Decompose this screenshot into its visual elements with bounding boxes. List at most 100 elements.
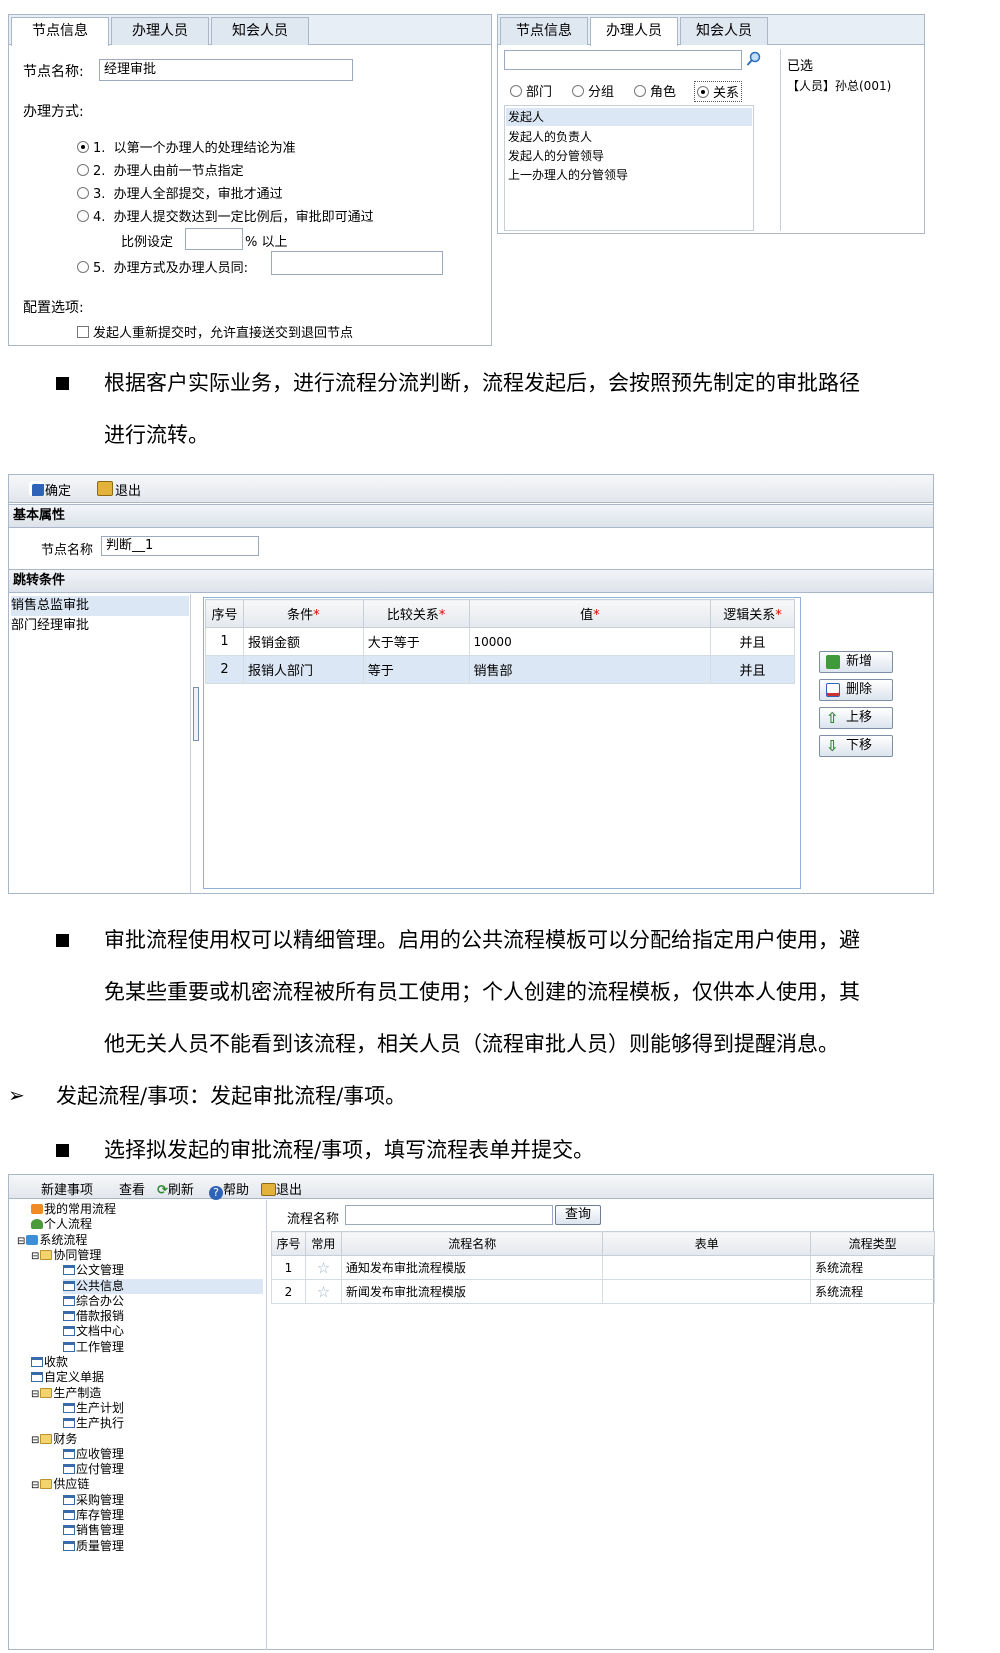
move-up-label: 上移 (846, 710, 873, 725)
col-form[interactable]: 表单 (602, 1231, 812, 1256)
tree-item[interactable]: 个人流程 (31, 1217, 92, 1232)
help-icon: ? (209, 1186, 223, 1200)
tree-item[interactable]: 我的常用流程 (31, 1202, 116, 1217)
cell-fav[interactable]: ☆ (304, 1255, 342, 1280)
radio-group[interactable]: 分组 (572, 81, 614, 100)
node-name-input[interactable]: 经理审批 (99, 59, 353, 81)
tree-item[interactable]: ⊟ 协同管理 (31, 1248, 101, 1263)
tree-item[interactable]: ⊟ 供应链 (31, 1477, 89, 1492)
collapse-toggle-icon[interactable]: ⊟ (31, 1435, 39, 1446)
list-item[interactable]: 发起人的分管领导 (506, 147, 604, 165)
tree-item[interactable]: ⊟ 财务 (31, 1432, 77, 1447)
view-button[interactable]: 查看 (119, 1179, 145, 1198)
selected-item[interactable]: 【人员】孙总(001) (787, 77, 891, 94)
cell-cond[interactable]: 报销人部门 (242, 655, 364, 684)
tab-notify[interactable]: 知会人员 (211, 17, 309, 45)
collapse-toggle-icon[interactable]: ⊟ (31, 1389, 39, 1400)
radio-dept[interactable]: 部门 (510, 81, 552, 100)
list-item[interactable]: 发起人 (506, 108, 752, 126)
ratio-input[interactable] (185, 228, 243, 250)
cell-compare[interactable]: 等于 (362, 655, 470, 684)
mode-option-4[interactable]: 4. 办理人提交数达到一定比例后，审批即可通过 (77, 206, 374, 225)
table-row[interactable]: 2 ☆ 新闻发布审批流程模版 系统流程 (271, 1279, 935, 1304)
node-name-label: 节点名称 (41, 543, 94, 558)
cell-value[interactable]: 10000 (468, 627, 712, 656)
col-cond[interactable]: 条件* (242, 599, 364, 628)
exit-button[interactable]: 退出 (97, 480, 141, 499)
tree-item[interactable]: 库存管理 (63, 1508, 124, 1523)
tree-item[interactable]: 公文管理 (63, 1263, 124, 1278)
tab-handlers[interactable]: 办理人员 (590, 17, 678, 46)
cell-cond[interactable]: 报销金额 (242, 627, 364, 656)
table-row[interactable]: 1 报销金额 大于等于 10000 并且 (205, 627, 795, 656)
flow-name-search-input[interactable] (345, 1205, 553, 1225)
tab-node-info[interactable]: 节点信息 (500, 17, 588, 45)
tree-item[interactable]: 自定义单据 (31, 1370, 104, 1385)
tree-item[interactable]: 借款报销 (63, 1309, 124, 1324)
col-logic[interactable]: 逻辑关系* (710, 599, 795, 628)
tree-item[interactable]: 应收管理 (63, 1447, 124, 1462)
cell-name[interactable]: 新闻发布审批流程模版 (340, 1279, 604, 1304)
list-item[interactable]: 发起人的负责人 (506, 128, 592, 146)
tab-notify[interactable]: 知会人员 (680, 17, 768, 45)
tree-item[interactable]: 应付管理 (63, 1462, 124, 1477)
tree-item[interactable]: ⊟ 系统流程 (17, 1233, 87, 1248)
tree-item[interactable]: 采购管理 (63, 1493, 124, 1508)
mode-option-1[interactable]: 1. 以第一个办理人的处理结论为准 (77, 137, 296, 156)
tab-node-info[interactable]: 节点信息 (11, 17, 109, 46)
delete-button[interactable]: 删除 (819, 679, 893, 701)
tree-item[interactable]: 生产执行 (63, 1416, 124, 1431)
node-name-input[interactable]: 判断__1 (101, 536, 259, 556)
collapse-toggle-icon[interactable]: ⊟ (31, 1251, 39, 1262)
config-checkbox[interactable]: 发起人重新提交时，允许直接送交到退回节点 (77, 322, 353, 341)
handler-search-input[interactable] (504, 50, 742, 70)
cell-compare[interactable]: 大于等于 (362, 627, 470, 656)
tree-item[interactable]: 综合办公 (63, 1294, 124, 1309)
star-icon[interactable]: ☆ (317, 1283, 330, 1301)
tree-item[interactable]: 公共信息 (63, 1278, 263, 1294)
cell-name[interactable]: 通知发布审批流程模版 (340, 1255, 604, 1280)
refresh-button[interactable]: ⟳刷新 (157, 1179, 194, 1198)
exit-button[interactable]: 退出 (261, 1179, 302, 1198)
tree-item[interactable]: 质量管理 (63, 1539, 124, 1554)
col-type[interactable]: 流程类型 (810, 1231, 935, 1256)
add-button[interactable]: 新增 (819, 651, 893, 673)
table-row[interactable]: 2 报销人部门 等于 销售部 并且 (205, 655, 795, 684)
move-down-button[interactable]: ⇩ 下移 (819, 735, 893, 757)
cell-value[interactable]: 销售部 (468, 655, 712, 684)
same-as-node-input[interactable] (271, 251, 443, 275)
collapse-toggle-icon[interactable]: ⊟ (31, 1480, 39, 1491)
col-name[interactable]: 流程名称 (340, 1231, 604, 1256)
mode-option-5[interactable]: 5. 办理方式及办理人员同: (77, 257, 248, 276)
tab-handlers[interactable]: 办理人员 (111, 17, 209, 45)
confirm-button[interactable]: 确定 (29, 480, 71, 499)
col-value[interactable]: 值* (468, 599, 712, 628)
cell-logic[interactable]: 并且 (710, 655, 795, 684)
list-item[interactable]: 上一办理人的分管领导 (506, 166, 628, 184)
search-icon[interactable] (746, 51, 762, 67)
tree-item[interactable]: 文档中心 (63, 1324, 124, 1339)
branch-item[interactable]: 销售总监审批 (11, 596, 189, 616)
new-item-button[interactable]: 新建事项 (41, 1179, 93, 1198)
table-row[interactable]: 1 ☆ 通知发布审批流程模版 系统流程 (271, 1255, 935, 1280)
mode-option-3[interactable]: 3. 办理人全部提交，审批才通过 (77, 183, 283, 202)
tree-item[interactable]: 生产计划 (63, 1401, 124, 1416)
tree-item[interactable]: 工作管理 (63, 1340, 124, 1355)
tree-item[interactable]: 销售管理 (63, 1523, 124, 1538)
cell-fav[interactable]: ☆ (304, 1279, 342, 1304)
collapse-toggle-icon[interactable]: ⊟ (17, 1236, 25, 1247)
tree-item[interactable]: 收款 (31, 1355, 68, 1370)
branch-item[interactable]: 部门经理审批 (11, 616, 89, 636)
col-compare[interactable]: 比较关系* (362, 599, 470, 628)
radio-role[interactable]: 角色 (634, 81, 676, 100)
tree-item[interactable]: ⊟ 生产制造 (31, 1386, 101, 1401)
search-button[interactable]: 查询 (555, 1205, 601, 1225)
mode-option-2[interactable]: 2. 办理人由前一节点指定 (77, 160, 244, 179)
cell-logic[interactable]: 并且 (710, 627, 795, 656)
radio-relation[interactable]: 关系 (694, 81, 743, 102)
star-icon[interactable]: ☆ (317, 1259, 330, 1277)
help-button[interactable]: ? 帮助 (209, 1179, 249, 1200)
move-up-button[interactable]: ⇧ 上移 (819, 707, 893, 729)
collapse-handle[interactable] (193, 687, 199, 741)
rss-icon (31, 1204, 43, 1214)
